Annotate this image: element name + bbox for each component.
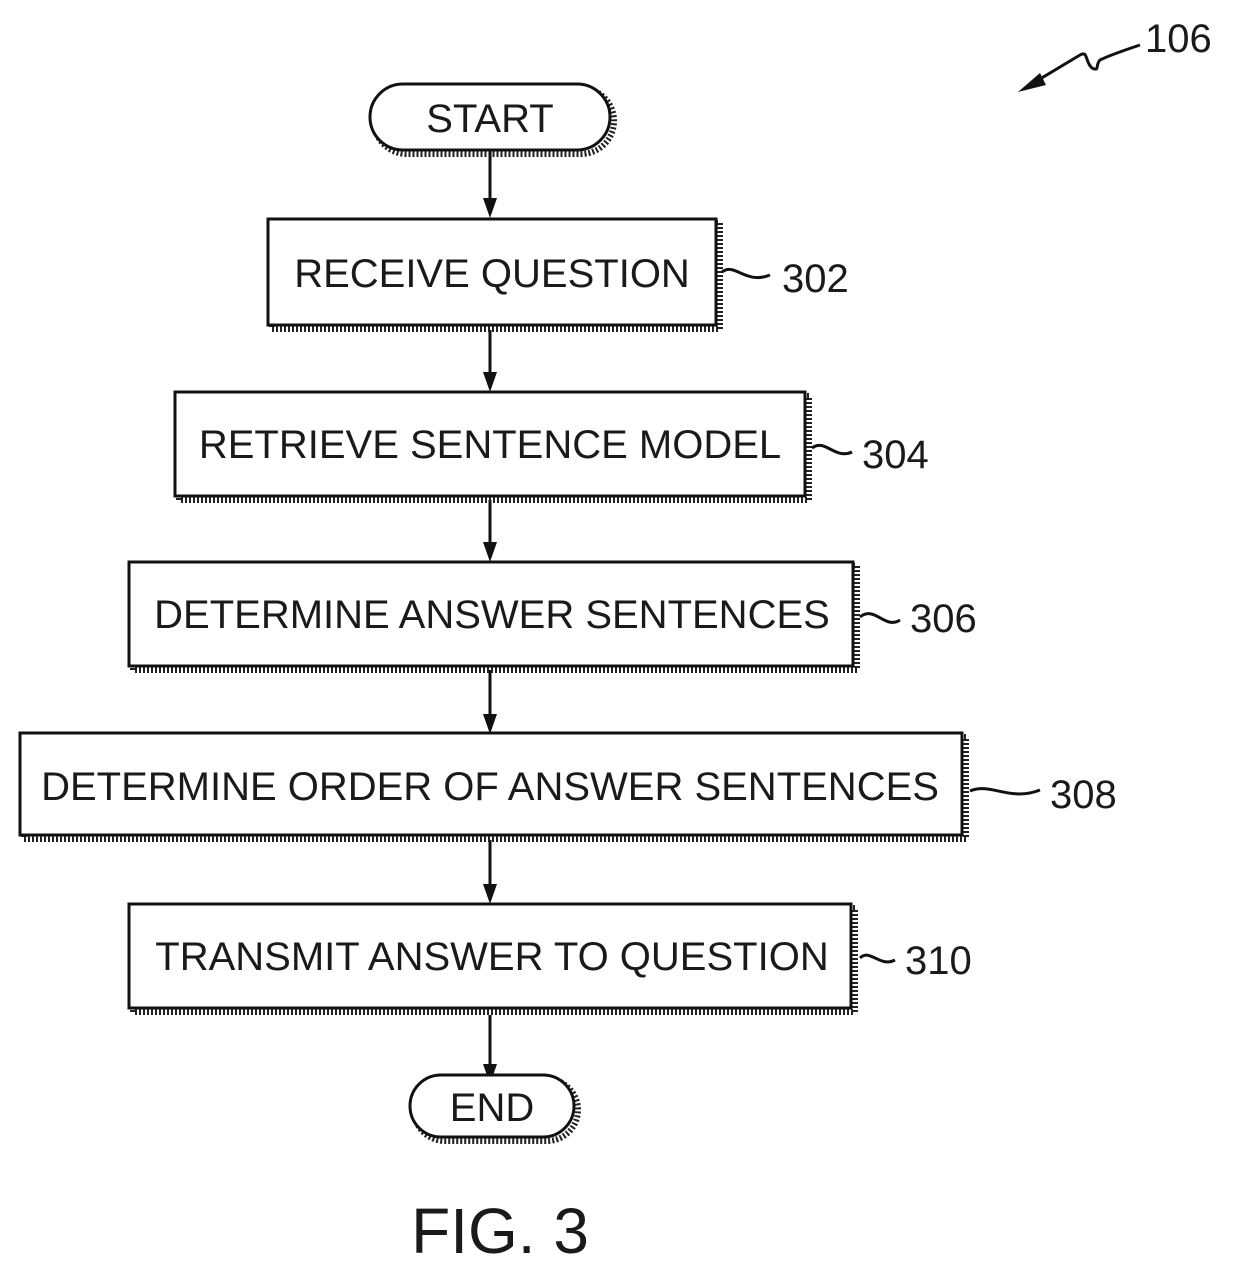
step-label: TRANSMIT ANSWER TO QUESTION — [155, 935, 828, 979]
end-label: END — [450, 1086, 534, 1130]
step-transmit-answer: TRANSMIT ANSWER TO QUESTION 310 — [127, 902, 972, 1015]
reference-arrow-icon — [1018, 73, 1046, 92]
step-retrieve-sentence-model: RETRIEVE SENTENCE MODEL 304 — [173, 390, 929, 503]
figure-caption: FIG. 3 — [411, 1195, 589, 1267]
step-determine-answer-sentences: DETERMINE ANSWER SENTENCES 306 — [127, 560, 977, 673]
step-reference: 302 — [782, 257, 849, 301]
start-terminal: START — [368, 82, 617, 157]
step-reference: 306 — [910, 597, 977, 641]
step-label: DETERMINE ANSWER SENTENCES — [154, 593, 830, 637]
step-label: RECEIVE QUESTION — [294, 252, 690, 296]
step-reference: 308 — [1050, 773, 1117, 817]
step-receive-question: RECEIVE QUESTION 302 — [266, 217, 849, 332]
step-determine-order: DETERMINE ORDER OF ANSWER SENTENCES 308 — [18, 731, 1117, 842]
flowchart: 106 START RECEIVE QUESTION 302 RETRIEVE … — [18, 17, 1212, 1267]
step-reference: 310 — [905, 939, 972, 983]
arrow-down-icon — [483, 372, 497, 392]
step-leader-line — [859, 612, 901, 624]
start-label: START — [426, 97, 553, 141]
end-terminal: END — [408, 1073, 581, 1144]
arrow-down-icon — [483, 714, 497, 734]
step-leader-line — [858, 953, 896, 964]
arrow-down-icon — [483, 884, 497, 904]
figure-reference-number: 106 — [1145, 17, 1212, 61]
step-leader-line — [811, 444, 853, 456]
arrow-down-icon — [483, 198, 497, 218]
step-reference: 304 — [862, 433, 929, 477]
step-leader-line — [969, 787, 1041, 796]
step-label: RETRIEVE SENTENCE MODEL — [199, 423, 781, 467]
figure-reference: 106 — [1018, 17, 1212, 92]
step-leader-line — [721, 268, 771, 280]
step-label: DETERMINE ORDER OF ANSWER SENTENCES — [41, 765, 939, 809]
arrow-down-icon — [483, 542, 497, 562]
